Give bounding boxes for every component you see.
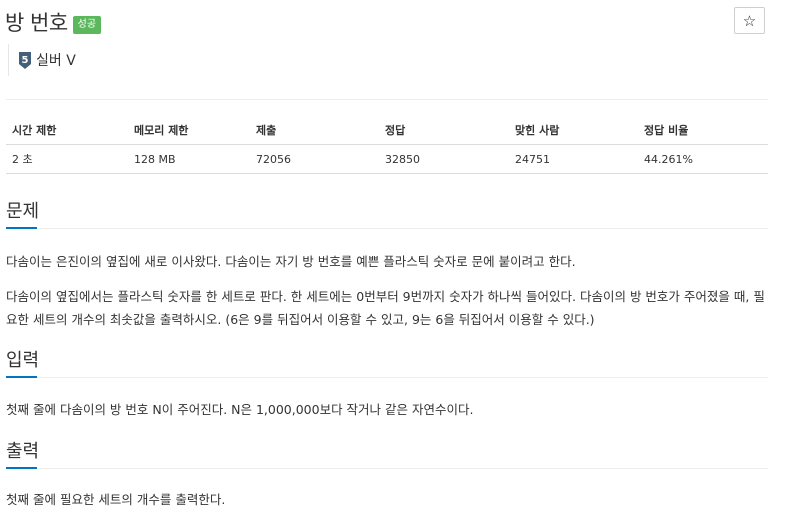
tier-label[interactable]: 실버 V	[36, 50, 76, 70]
section-title-input: 입력	[6, 350, 40, 371]
star-button[interactable]: ☆	[734, 7, 765, 34]
header-accept-ratio: 정답 비율	[638, 116, 768, 145]
cell-solved-users[interactable]: 24751	[509, 144, 638, 174]
status-badge: 성공	[72, 15, 102, 34]
problem-info-table: 시간 제한 메모리 제한 제출 정답 맞힌 사람 정답 비율 2 초 128 M…	[6, 116, 768, 174]
cell-accept-ratio: 44.261%	[638, 144, 768, 174]
star-outline-icon: ☆	[742, 11, 757, 30]
description-paragraph-2: 다솜이의 옆집에서는 플라스틱 숫자를 한 세트로 판다. 한 세트에는 0번부…	[6, 289, 765, 327]
header-memory-limit: 메모리 제한	[128, 116, 250, 145]
header-accepted: 정답	[379, 116, 509, 145]
tier-info: 5 실버 V	[8, 44, 76, 76]
header-solved-users: 맞힌 사람	[509, 116, 638, 145]
cell-time-limit: 2 초	[6, 144, 128, 174]
header-time-limit: 시간 제한	[6, 116, 128, 145]
section-accent	[6, 467, 37, 469]
section-input-header: 입력	[6, 350, 768, 378]
divider	[6, 377, 768, 378]
table-header-row: 시간 제한 메모리 제한 제출 정답 맞힌 사람 정답 비율	[6, 116, 768, 145]
section-title-description: 문제	[6, 201, 40, 222]
description-paragraph-1: 다솜이는 은진이의 옆집에 새로 이사왔다. 다솜이는 자기 방 번호를 예쁜 …	[6, 254, 576, 269]
divider	[6, 99, 768, 100]
output-description: 첫째 줄에 필요한 세트의 개수를 출력한다.	[6, 492, 226, 507]
tier-number: 5	[22, 55, 29, 66]
divider	[6, 228, 768, 229]
input-description: 첫째 줄에 다솜이의 방 번호 N이 주어진다. N은 1,000,000보다 …	[6, 402, 474, 417]
section-accent	[6, 227, 37, 229]
cell-accepted[interactable]: 32850	[379, 144, 509, 174]
problem-header: 방 번호 성공	[5, 10, 102, 36]
cell-submissions[interactable]: 72056	[250, 144, 379, 174]
cell-memory-limit: 128 MB	[128, 144, 250, 174]
section-output-header: 출력	[6, 441, 768, 469]
section-title-output: 출력	[6, 441, 40, 462]
divider	[6, 468, 768, 469]
section-description-header: 문제	[6, 201, 768, 229]
silver-tier-shield-icon: 5	[19, 51, 31, 69]
section-accent	[6, 376, 37, 378]
page-title: 방 번호	[5, 11, 68, 35]
header-submissions: 제출	[250, 116, 379, 145]
table-row: 2 초 128 MB 72056 32850 24751 44.261%	[6, 144, 768, 174]
